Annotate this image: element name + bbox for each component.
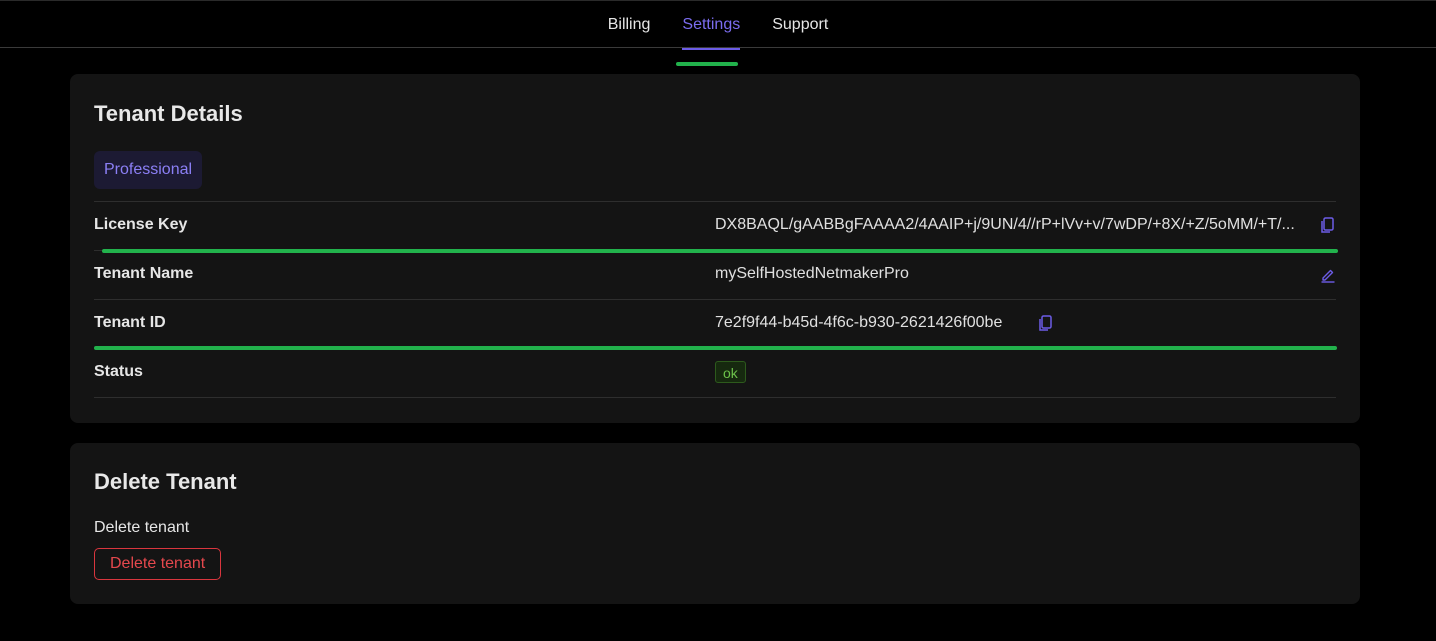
copy-tenant-id-icon[interactable] bbox=[1038, 315, 1054, 333]
license-key-row: License Key DX8BAQL/gAABBgFAAAA2/4AAIP+j… bbox=[94, 201, 1336, 250]
delete-tenant-button[interactable]: Delete tenant bbox=[94, 548, 222, 580]
tenant-id-highlight-mark bbox=[94, 346, 1337, 350]
license-key-value: DX8BAQL/gAABBgFAAAA2/4AAIP+j/9UN/4//rP+l… bbox=[715, 216, 1295, 233]
status-row: Status ok bbox=[94, 348, 1336, 398]
copy-license-key-icon[interactable] bbox=[1320, 217, 1336, 235]
delete-tenant-card: Delete Tenant Delete tenant Delete tenan… bbox=[70, 443, 1360, 604]
status-label: Status bbox=[94, 363, 143, 380]
settings-tab-highlight-mark bbox=[676, 62, 738, 66]
delete-tenant-title: Delete Tenant bbox=[94, 469, 237, 494]
license-key-highlight-mark bbox=[102, 249, 1338, 253]
edit-tenant-name-icon[interactable] bbox=[1320, 267, 1336, 285]
tenant-id-row: Tenant ID 7e2f9f44-b45d-4f6c-b930-262142… bbox=[94, 299, 1336, 348]
tenant-details-list: License Key DX8BAQL/gAABBgFAAAA2/4AAIP+j… bbox=[94, 201, 1336, 398]
tenant-name-label: Tenant Name bbox=[94, 265, 194, 282]
delete-tenant-description: Delete tenant bbox=[94, 519, 190, 536]
top-navigation: Billing Settings Support bbox=[0, 0, 1436, 50]
tab-settings[interactable]: Settings bbox=[682, 1, 740, 50]
tenant-name-value: mySelfHostedNetmakerPro bbox=[715, 265, 909, 282]
tenant-details-card: Tenant Details Professional License Key … bbox=[70, 74, 1360, 423]
tenant-details-title: Tenant Details bbox=[94, 101, 243, 126]
plan-badge: Professional bbox=[94, 151, 203, 189]
tenant-id-value: 7e2f9f44-b45d-4f6c-b930-2621426f00be bbox=[715, 314, 1003, 331]
nav-tabs: Billing Settings Support bbox=[0, 1, 1436, 50]
tab-billing[interactable]: Billing bbox=[608, 1, 651, 49]
tenant-name-row: Tenant Name mySelfHostedNetmakerPro bbox=[94, 250, 1336, 299]
tenant-id-label: Tenant ID bbox=[94, 314, 166, 331]
tab-support[interactable]: Support bbox=[772, 1, 828, 49]
license-key-label: License Key bbox=[94, 216, 188, 233]
status-badge: ok bbox=[715, 361, 746, 383]
